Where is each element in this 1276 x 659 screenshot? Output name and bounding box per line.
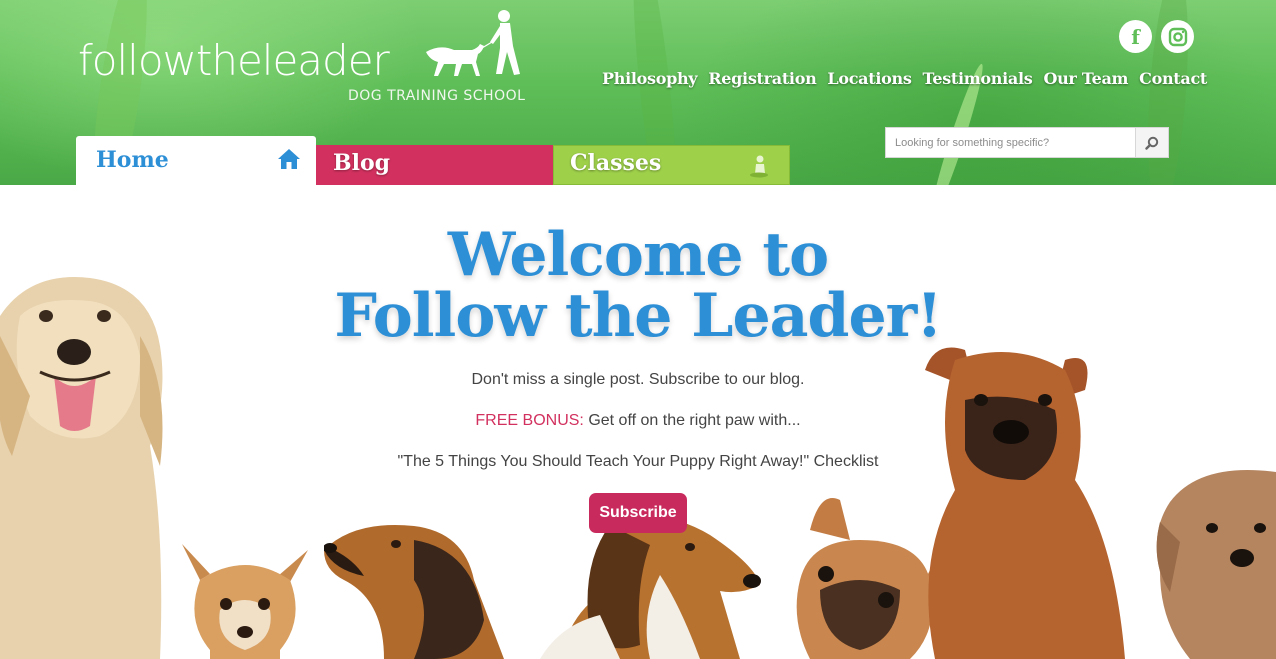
- checklist-text: "The 5 Things You Should Teach Your Pupp…: [397, 453, 879, 470]
- nav-philosophy[interactable]: Philosophy: [602, 69, 698, 88]
- hero-title-line1: Welcome to: [447, 220, 829, 290]
- tab-home-label: Home: [96, 147, 169, 173]
- nav-registration[interactable]: Registration: [708, 69, 816, 88]
- free-bonus-text: Get off on the right paw with...: [583, 412, 801, 429]
- logo-tagline: DOG TRAINING SCHOOL: [348, 88, 526, 104]
- nav-locations[interactable]: Locations: [827, 69, 911, 88]
- facebook-link[interactable]: f: [1119, 20, 1152, 53]
- free-bonus-line: FREE BONUS: Get off on the right paw wit…: [0, 412, 1276, 430]
- subscribe-prompt: Don't miss a single post. Subscribe to o…: [471, 371, 805, 388]
- search-button[interactable]: [1135, 128, 1168, 157]
- subscribe-button[interactable]: Subscribe: [589, 493, 687, 533]
- tab-classes[interactable]: Classes: [553, 145, 790, 185]
- home-icon: [278, 149, 300, 169]
- instagram-link[interactable]: [1161, 20, 1194, 53]
- terrier-image: [1156, 470, 1276, 659]
- man-walking-dog-icon: [426, 10, 520, 76]
- tab-classes-label: Classes: [570, 150, 662, 176]
- facebook-icon: f: [1131, 24, 1140, 49]
- tab-blog-label: Blog: [333, 150, 391, 176]
- site-header: followtheleader DOG TRAINING SCHOOL f Ph…: [0, 0, 1276, 185]
- search-box: [885, 127, 1169, 158]
- free-bonus-label: FREE BONUS:: [475, 412, 584, 429]
- site-logo[interactable]: followtheleader DOG TRAINING SCHOOL: [78, 10, 525, 104]
- search-input[interactable]: [886, 128, 1145, 157]
- tab-home[interactable]: Home: [76, 136, 316, 185]
- instagram-icon: [1168, 27, 1187, 46]
- basset-hound-left-image: [324, 525, 504, 659]
- hero-title-line2: Follow the Leader!: [334, 281, 942, 351]
- main-nav: Philosophy Registration Locations Testim…: [602, 69, 1218, 88]
- nav-our-team[interactable]: Our Team: [1043, 69, 1128, 88]
- chihuahua-image: [182, 544, 308, 659]
- nav-contact[interactable]: Contact: [1139, 69, 1207, 88]
- nav-testimonials[interactable]: Testimonials: [923, 69, 1033, 88]
- search-icon: [1145, 136, 1159, 150]
- logo-wordmark: followtheleader: [78, 36, 390, 85]
- tab-blog[interactable]: Blog: [316, 145, 553, 185]
- trainer-icon: [750, 155, 768, 178]
